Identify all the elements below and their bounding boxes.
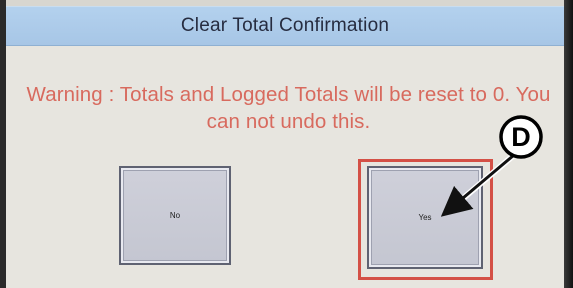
callout-label: D <box>511 121 531 152</box>
no-button-label: No <box>169 211 181 220</box>
dialog-title-bar: Clear Total Confirmation <box>6 6 564 46</box>
no-button[interactable]: No <box>119 166 231 265</box>
screen-photo: Clear Total Confirmation Warning : Total… <box>0 0 573 288</box>
dialog-title: Clear Total Confirmation <box>180 15 390 36</box>
yes-button-label: Yes <box>418 213 432 222</box>
touchscreen: Clear Total Confirmation Warning : Total… <box>6 0 564 288</box>
warning-message: Warning : Totals and Logged Totals will … <box>26 83 551 133</box>
device-bezel-right <box>564 0 573 288</box>
yes-button[interactable]: Yes <box>367 166 483 269</box>
